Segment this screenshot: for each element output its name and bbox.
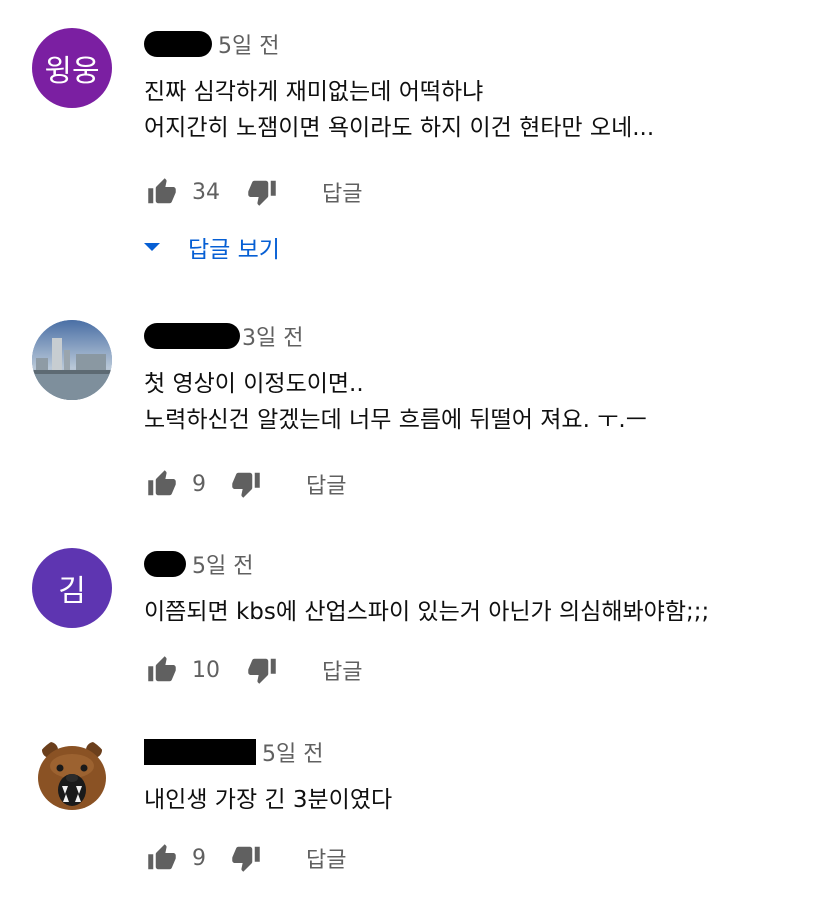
reply-button[interactable]: 답글 <box>306 842 346 874</box>
comment-2: 3일 전 첫 영상이 이정도이면.. 노력하신건 알겠는데 너무 흐름에 뒤떨어… <box>0 300 820 520</box>
like-count: 34 <box>192 179 220 205</box>
bear-avatar-icon <box>38 742 106 810</box>
comment-time[interactable]: 5일 전 <box>262 736 323 768</box>
thumb-up-icon[interactable] <box>144 652 180 688</box>
comment-actions: 9 답글 <box>144 464 346 504</box>
avatar-initials: 김 <box>58 574 86 609</box>
author-row: 5일 전 <box>144 736 323 768</box>
comment-time[interactable]: 3일 전 <box>242 320 303 352</box>
author-row: 5일 전 <box>144 548 253 580</box>
comment-line: 내인생 가장 긴 3분이였다 <box>144 787 393 813</box>
redacted-author-name <box>144 739 256 765</box>
comment-actions: 34 답글 <box>144 172 362 212</box>
avatar[interactable]: 김 <box>32 548 112 628</box>
like-count: 10 <box>192 657 220 683</box>
thumb-down-icon[interactable] <box>244 174 280 210</box>
avatar[interactable]: 윙웅 <box>32 28 112 108</box>
thumb-up-icon[interactable] <box>144 174 180 210</box>
comment-text: 진짜 심각하게 재미없는데 어떡하냐 어지간히 노잼이면 욕이라도 하지 이건 … <box>144 74 654 146</box>
thumb-up-icon[interactable] <box>144 840 180 876</box>
comment-time[interactable]: 5일 전 <box>218 28 279 60</box>
comment-1: 윙웅 5일 전 진짜 심각하게 재미없는데 어떡하냐 어지간히 노잼이면 욕이라… <box>0 0 820 300</box>
avatar[interactable] <box>32 320 112 400</box>
thumb-up-icon[interactable] <box>144 466 180 502</box>
comment-time[interactable]: 5일 전 <box>192 548 253 580</box>
view-replies-label: 답글 보기 <box>188 237 280 263</box>
reply-button[interactable]: 답글 <box>322 654 362 686</box>
thumb-down-icon[interactable] <box>244 652 280 688</box>
reply-button[interactable]: 답글 <box>322 176 362 208</box>
redacted-author-name <box>144 323 240 349</box>
comment-text: 내인생 가장 긴 3분이였다 <box>144 782 392 818</box>
thumb-down-icon[interactable] <box>228 466 264 502</box>
comment-actions: 9 답글 <box>144 838 346 878</box>
comment-4: 5일 전 내인생 가장 긴 3분이였다 9 답글 <box>0 720 820 904</box>
like-count: 9 <box>192 471 206 497</box>
thumb-down-icon[interactable] <box>228 840 264 876</box>
comment-text: 이쯤되면 kbs에 산업스파이 있는거 아닌가 의심해봐야함;;; <box>144 594 709 630</box>
redacted-author-name <box>144 31 212 57</box>
redacted-author-name <box>144 551 186 577</box>
caret-down-icon <box>144 243 160 251</box>
comment-line: 노력하신건 알겠는데 너무 흐름에 뒤떨어 져요. ㅜ.ㅡ <box>144 407 647 433</box>
comment-line: 어지간히 노잼이면 욕이라도 하지 이건 현타만 오네... <box>144 115 655 141</box>
author-row: 5일 전 <box>144 28 279 60</box>
like-count: 9 <box>192 845 206 871</box>
comment-line: 진짜 심각하게 재미없는데 어떡하냐 <box>144 79 484 105</box>
comment-text: 첫 영상이 이정도이면.. 노력하신건 알겠는데 너무 흐름에 뒤떨어 져요. … <box>144 366 647 438</box>
comment-3: 김 5일 전 이쯤되면 kbs에 산업스파이 있는거 아닌가 의심해봐야함;;;… <box>0 520 820 720</box>
view-replies-button[interactable]: 답글 보기 <box>144 230 280 264</box>
avatar-photo <box>32 320 112 400</box>
comment-actions: 10 답글 <box>144 650 362 690</box>
author-row: 3일 전 <box>144 320 303 352</box>
avatar-initials: 윙웅 <box>44 54 100 89</box>
comment-line: 이쯤되면 kbs에 산업스파이 있는거 아닌가 의심해봐야함;;; <box>144 599 710 625</box>
avatar[interactable] <box>32 736 112 816</box>
comment-line: 첫 영상이 이정도이면.. <box>144 371 364 397</box>
reply-button[interactable]: 답글 <box>306 468 346 500</box>
